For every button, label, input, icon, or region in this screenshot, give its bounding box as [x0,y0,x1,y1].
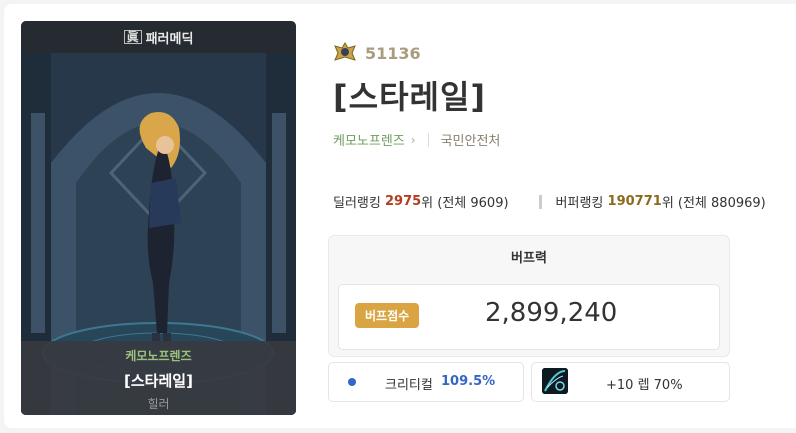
character-role: 힐러 [147,397,170,411]
dealer-rank-value: 2975 [384,194,422,209]
buffer-rank-value: 190771 [607,194,662,209]
character-info: 케모노프렌즈 [스타레일] 힐러 [21,341,296,415]
critical-value: 109.5% [441,374,496,389]
character-card: 眞 패러메딕 케모노프렌즈 [스타레일] 힐러 [21,21,296,415]
critical-label: 크리티컬 [385,378,433,393]
adventure-name[interactable]: 국민안전처 [441,130,501,149]
ranking-row: 딜러랭킹 2975 위 (전체 9609) 버퍼랭킹 190771 위 (전체 88… [333,192,766,211]
buff-score-value: 2,899,240 [485,298,618,328]
equipment-text: +10 렙 70% [606,378,683,393]
character-image: 케모노프렌즈 [스타레일] 힐러 [21,53,296,415]
character-class-header: 眞 패러메딕 [21,21,296,53]
fame-value: 51136 [365,43,421,63]
buff-score-badge: 버프점수 [355,303,420,328]
guild-row: 케모노프렌즈 › 국민안전처 [333,130,500,149]
equipment-stat[interactable]: +10 렙 70% [531,362,730,402]
awakening-tag: 眞 [123,30,142,44]
chevron-right-icon: › [410,132,416,147]
divider [427,132,429,147]
divider [538,194,542,209]
character-name: [스타레일] [124,372,193,390]
class-title: 패러메딕 [145,31,194,47]
buff-power-box: 버프력 버프점수 2,899,240 [328,235,730,357]
fame-row: 51136 [333,42,421,64]
critical-dot-icon [348,378,356,386]
buffer-rank-total: 위 (전체 880969) [661,196,766,211]
buff-score-card: 버프점수 2,899,240 [338,284,720,350]
buff-power-title: 버프력 [511,251,547,266]
dealer-rank-label: 딜러랭킹 [333,196,381,211]
dealer-rank-total: 위 (전체 9609) [421,196,509,211]
buffer-rank-label: 버퍼랭킹 [555,196,604,211]
critical-stat: 크리티컬 109.5% [328,362,524,402]
equipment-item-icon [542,368,568,394]
guild-link[interactable]: 케모노프렌즈 [333,130,405,149]
character-guild: 케모노프렌즈 [125,349,192,363]
page-title: [스타레일] [333,78,487,116]
fame-emblem-icon [334,42,356,61]
